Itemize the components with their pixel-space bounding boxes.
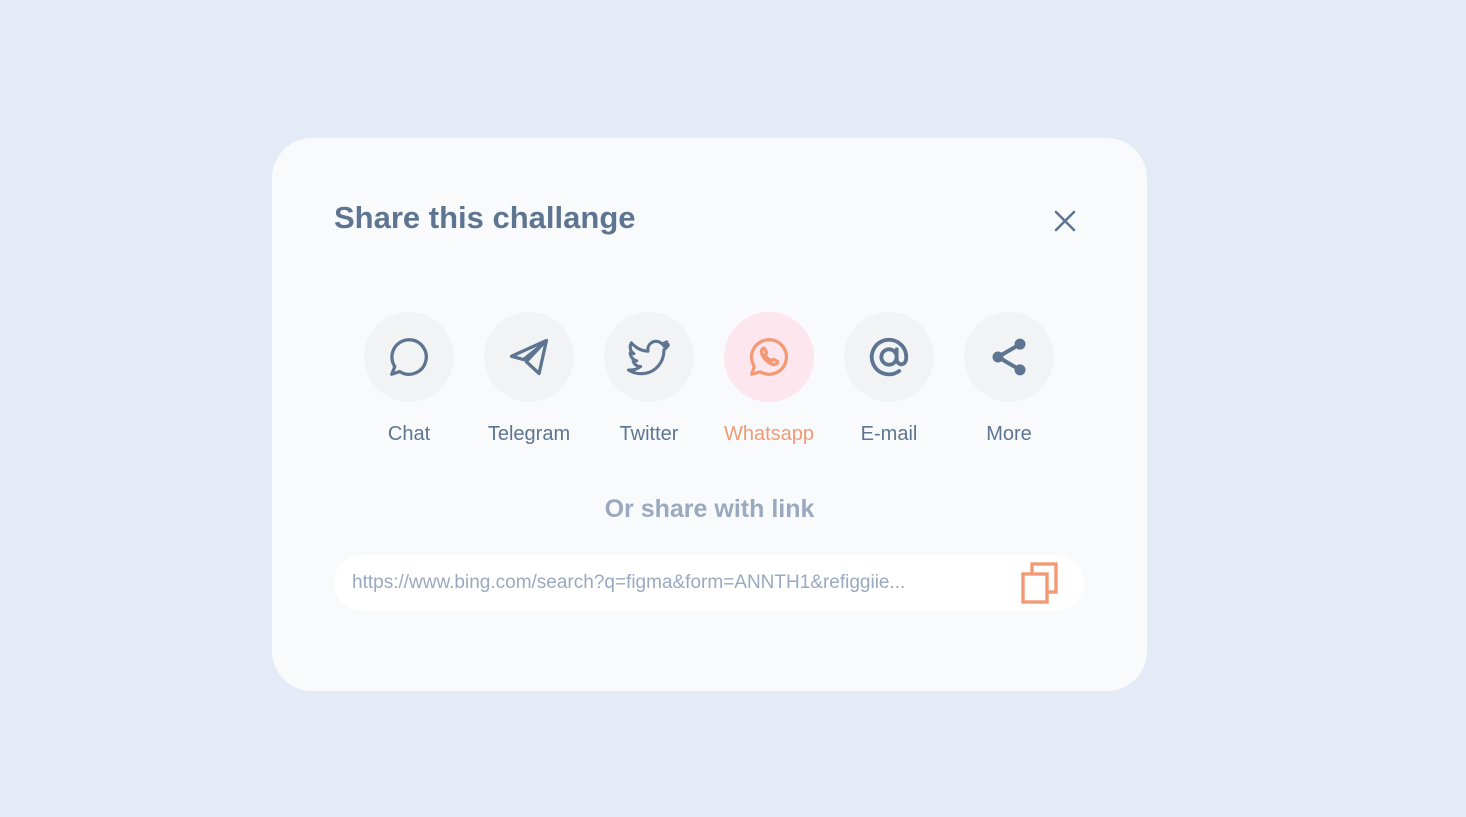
modal-title: Share this challange	[334, 200, 636, 235]
share-option-twitter[interactable]: Twitter	[604, 312, 694, 446]
share-option-label: Whatsapp	[723, 423, 815, 445]
share-options: Chat Telegram Twitter Whatsapp E-mail Mo…	[364, 312, 1054, 446]
share-link-box	[334, 555, 1084, 611]
close-icon	[1054, 210, 1076, 232]
share-link-input[interactable]	[352, 555, 992, 611]
whatsapp-icon	[749, 338, 788, 376]
share-option-label: Telegram	[487, 423, 571, 445]
chat-bubble-icon	[390, 338, 428, 376]
share-option-circle	[964, 312, 1054, 402]
share-option-email[interactable]: E-mail	[844, 312, 934, 446]
share-option-circle	[604, 312, 694, 402]
copy-link-button[interactable]	[1018, 561, 1062, 605]
share-option-whatsapp[interactable]: Whatsapp	[724, 312, 814, 446]
at-sign-icon	[869, 337, 909, 377]
share-option-label: Twitter	[619, 423, 679, 445]
copy-icon	[1021, 562, 1058, 604]
share-modal: Share this challange Chat Telegram Twitt…	[272, 138, 1147, 691]
share-option-chat[interactable]: Chat	[364, 312, 454, 446]
share-option-circle	[724, 312, 814, 402]
share-option-label: More	[986, 423, 1032, 445]
telegram-icon	[509, 338, 549, 376]
share-option-circle	[484, 312, 574, 402]
share-option-label: E-mail	[860, 423, 918, 445]
share-icon	[992, 338, 1026, 376]
close-button[interactable]	[1048, 204, 1082, 238]
share-option-circle	[844, 312, 934, 402]
share-link-heading: Or share with link	[604, 495, 815, 523]
share-option-telegram[interactable]: Telegram	[484, 312, 574, 446]
twitter-icon	[626, 339, 670, 376]
share-option-label: Chat	[387, 423, 431, 445]
share-option-more[interactable]: More	[964, 312, 1054, 446]
share-option-circle	[364, 312, 454, 402]
